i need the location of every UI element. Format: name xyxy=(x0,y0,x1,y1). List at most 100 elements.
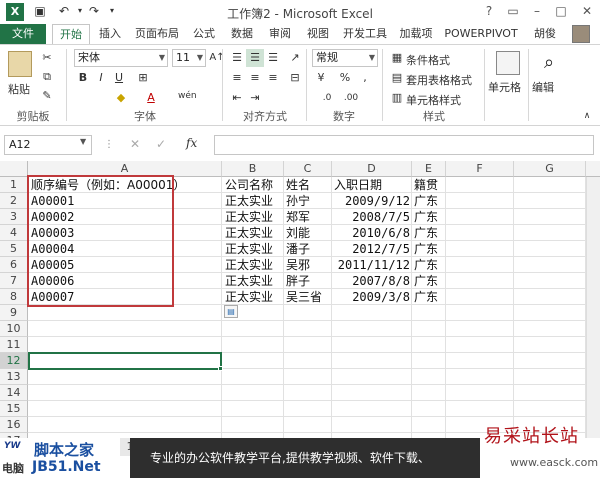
cell-b1[interactable]: 公司名称 xyxy=(225,177,273,193)
grow-font-icon[interactable]: A↑ xyxy=(208,49,226,67)
user-name[interactable]: 胡俊 xyxy=(530,24,560,44)
maximize-button[interactable]: □ xyxy=(550,2,572,20)
select-all-button[interactable] xyxy=(0,161,28,177)
align-middle-icon[interactable]: ☰ xyxy=(246,49,264,67)
copy-icon[interactable]: ⧉ xyxy=(38,68,56,86)
paste-button-label[interactable]: 粘贴 xyxy=(8,81,30,97)
row-header[interactable]: 4 xyxy=(0,225,28,241)
chevron-down-icon[interactable]: ▼ xyxy=(80,137,86,146)
align-center-icon[interactable]: ≡ xyxy=(246,69,264,87)
format-painter-icon[interactable]: ✎ xyxy=(38,87,56,105)
row-header[interactable]: 2 xyxy=(0,193,28,209)
orientation-icon[interactable]: ↗ xyxy=(286,49,304,67)
cell-b2[interactable]: 正太实业 xyxy=(225,193,273,209)
format-as-table-icon[interactable]: ▤ xyxy=(388,69,406,87)
close-button[interactable]: ✕ xyxy=(576,2,598,20)
cell-styles-icon[interactable]: ▥ xyxy=(388,89,406,107)
comma-style-icon[interactable]: , xyxy=(356,69,374,87)
cell-b8[interactable]: 正太实业 xyxy=(225,289,273,305)
format-as-table-button[interactable]: 套用表格格式 xyxy=(406,72,472,88)
editing-button[interactable]: 编辑 xyxy=(532,79,554,95)
row-header[interactable]: 15 xyxy=(0,401,28,417)
row-header[interactable]: 9 xyxy=(0,305,28,321)
column-header-h[interactable] xyxy=(586,161,600,177)
row-header[interactable]: 6 xyxy=(0,257,28,273)
column-header-b[interactable]: B xyxy=(222,161,284,177)
enter-icon[interactable]: ✓ xyxy=(156,137,166,151)
selected-cell-a12[interactable] xyxy=(28,352,222,370)
tab-addins[interactable]: 加载项 xyxy=(396,24,436,44)
cell-e4[interactable]: 广东 xyxy=(414,225,438,241)
column-header-g[interactable]: G xyxy=(514,161,586,177)
cell-d1[interactable]: 入职日期 xyxy=(334,177,382,193)
tab-insert[interactable]: 插入 xyxy=(94,24,126,44)
row-header[interactable]: 5 xyxy=(0,241,28,257)
cell-e6[interactable]: 广东 xyxy=(414,257,438,273)
increase-decimal-icon[interactable]: .0 xyxy=(318,89,336,107)
find-binoculars-icon[interactable]: ⌕ xyxy=(538,51,560,75)
row-header[interactable]: 7 xyxy=(0,273,28,289)
cell-d8[interactable]: 2009/3/8 xyxy=(332,289,410,305)
tab-powerpivot[interactable]: POWERPIVOT xyxy=(442,24,520,44)
accounting-format-icon[interactable]: ¥ xyxy=(312,69,330,87)
tab-page-layout[interactable]: 页面布局 xyxy=(132,24,182,44)
percent-style-icon[interactable]: % xyxy=(336,69,354,87)
cell-c3[interactable]: 郑军 xyxy=(286,209,310,225)
cell-b5[interactable]: 正太实业 xyxy=(225,241,273,257)
collapse-ribbon-icon[interactable]: ∧ xyxy=(578,107,596,125)
row-header[interactable]: 16 xyxy=(0,417,28,433)
conditional-formatting-button[interactable]: 条件格式 xyxy=(406,52,450,68)
row-header-selected[interactable]: 12 xyxy=(0,353,28,369)
avatar[interactable] xyxy=(572,25,590,43)
tab-developer[interactable]: 开发工具 xyxy=(340,24,390,44)
cell-c8[interactable]: 吴三省 xyxy=(286,289,322,305)
conditional-formatting-icon[interactable]: ▦ xyxy=(388,49,406,67)
cell-b7[interactable]: 正太实业 xyxy=(225,273,273,289)
cell-styles-button[interactable]: 单元格样式 xyxy=(406,92,461,108)
name-box[interactable]: A12 xyxy=(4,135,92,155)
align-right-icon[interactable]: ≡ xyxy=(264,69,282,87)
font-name-combo[interactable]: 宋体 ▼ xyxy=(74,49,168,67)
cell-e1[interactable]: 籍贯 xyxy=(414,177,438,193)
cell-b3[interactable]: 正太实业 xyxy=(225,209,273,225)
cell-c2[interactable]: 孙宁 xyxy=(286,193,310,209)
cell-c7[interactable]: 胖子 xyxy=(286,273,310,289)
underline-icon[interactable]: U xyxy=(110,69,128,87)
decrease-indent-icon[interactable]: ⇤ xyxy=(228,89,246,107)
cell-c4[interactable]: 刘能 xyxy=(286,225,310,241)
column-header-f[interactable]: F xyxy=(446,161,514,177)
align-top-icon[interactable]: ☰ xyxy=(228,49,246,67)
tab-data[interactable]: 数据 xyxy=(226,24,258,44)
font-color-icon[interactable]: A xyxy=(142,89,160,107)
fill-color-icon[interactable]: ◆ xyxy=(112,89,130,107)
vertical-scrollbar[interactable] xyxy=(586,177,600,438)
tab-formulas[interactable]: 公式 xyxy=(188,24,220,44)
cell-c6[interactable]: 吴邪 xyxy=(286,257,310,273)
help-button[interactable]: ? xyxy=(478,2,500,20)
column-header-d[interactable]: D xyxy=(332,161,412,177)
increase-indent-icon[interactable]: ⇥ xyxy=(246,89,264,107)
cell-e3[interactable]: 广东 xyxy=(414,209,438,225)
italic-icon[interactable]: I xyxy=(92,69,110,87)
cut-icon[interactable]: ✂ xyxy=(38,49,56,67)
cell-d7[interactable]: 2007/8/8 xyxy=(332,273,410,289)
minimize-button[interactable]: – xyxy=(526,2,548,20)
insert-function-icon[interactable]: fx xyxy=(186,136,197,150)
row-header[interactable]: 11 xyxy=(0,337,28,353)
phonetic-guide-icon[interactable]: wén xyxy=(178,87,197,105)
cell-e7[interactable]: 广东 xyxy=(414,273,438,289)
tab-home[interactable]: 开始 xyxy=(52,24,90,44)
row-header[interactable]: 8 xyxy=(0,289,28,305)
align-left-icon[interactable]: ≡ xyxy=(228,69,246,87)
tab-file[interactable]: 文件 xyxy=(0,24,46,44)
cell-b6[interactable]: 正太实业 xyxy=(225,257,273,273)
number-format-combo[interactable]: 常规 ▼ xyxy=(312,49,378,67)
cell-d2[interactable]: 2009/9/12 xyxy=(332,193,410,209)
decrease-decimal-icon[interactable]: .00 xyxy=(342,89,360,107)
cell-d4[interactable]: 2010/6/8 xyxy=(332,225,410,241)
tab-review[interactable]: 审阅 xyxy=(264,24,296,44)
cancel-icon[interactable]: ✕ xyxy=(130,137,140,151)
cell-d3[interactable]: 2008/7/5 xyxy=(332,209,410,225)
row-header[interactable]: 1 xyxy=(0,177,28,193)
column-header-e[interactable]: E xyxy=(412,161,446,177)
